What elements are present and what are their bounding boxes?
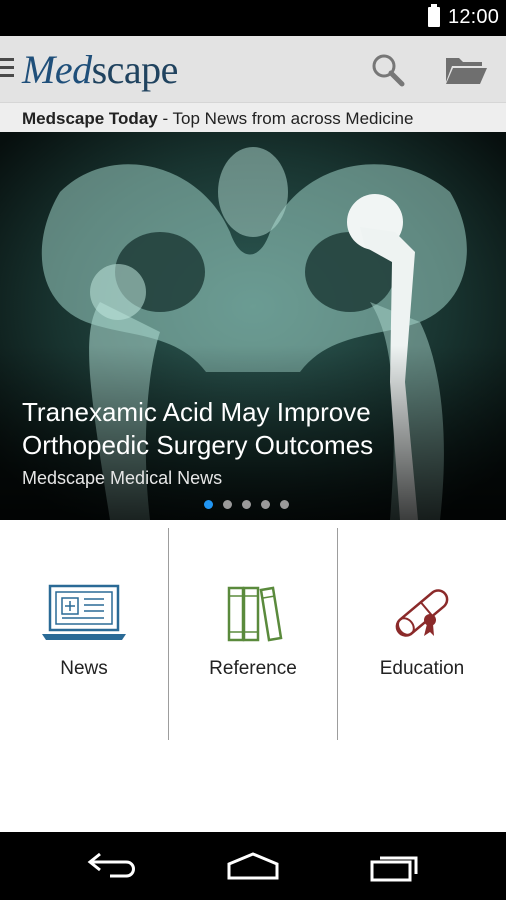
headline-line-2: Orthopedic Surgery Outcomes xyxy=(22,430,374,460)
battery-icon xyxy=(428,4,440,27)
page-dot[interactable] xyxy=(223,500,232,509)
news-laptop-icon xyxy=(42,584,126,640)
section-description: - Top News from across Medicine xyxy=(157,109,414,128)
medscape-logo: Medscape xyxy=(22,46,178,93)
folder-icon[interactable] xyxy=(444,54,488,86)
section-grid: News Reference Education xyxy=(0,520,506,832)
reference-tile[interactable]: Reference xyxy=(169,520,337,750)
navigation-bar xyxy=(0,832,506,900)
news-label: News xyxy=(60,658,108,679)
app-bar: Medscape xyxy=(0,36,506,102)
education-tile[interactable]: Education xyxy=(338,520,506,750)
logo-prefix: Med xyxy=(22,47,92,92)
menu-icon[interactable] xyxy=(0,58,14,78)
back-icon[interactable] xyxy=(82,850,142,882)
news-carousel[interactable]: Tranexamic Acid May Improve Orthopedic S… xyxy=(0,132,506,520)
books-icon xyxy=(227,586,283,642)
recents-icon[interactable] xyxy=(366,850,426,882)
home-icon[interactable] xyxy=(223,850,283,882)
diploma-icon xyxy=(395,589,449,637)
carousel-source: Medscape Medical News xyxy=(22,468,223,488)
logo-suffix: scape xyxy=(91,47,179,92)
search-icon[interactable] xyxy=(370,52,406,88)
status-bar: 12:00 xyxy=(0,0,506,36)
news-tile[interactable]: News xyxy=(0,520,168,750)
page-dot[interactable] xyxy=(242,500,251,509)
page-dot[interactable] xyxy=(280,500,289,509)
education-label: Education xyxy=(379,658,465,679)
carousel-pagination xyxy=(204,496,299,509)
page-dot[interactable] xyxy=(204,500,213,509)
page-dot[interactable] xyxy=(261,500,270,509)
reference-label: Reference xyxy=(209,658,297,679)
status-time: 12:00 xyxy=(448,6,500,28)
carousel-headline: Tranexamic Acid May Improve Orthopedic S… xyxy=(22,396,492,462)
section-subheader: Medscape Today - Top News from across Me… xyxy=(0,102,506,133)
headline-line-1: Tranexamic Acid May Improve xyxy=(22,397,371,427)
section-title: Medscape Today xyxy=(22,109,158,128)
